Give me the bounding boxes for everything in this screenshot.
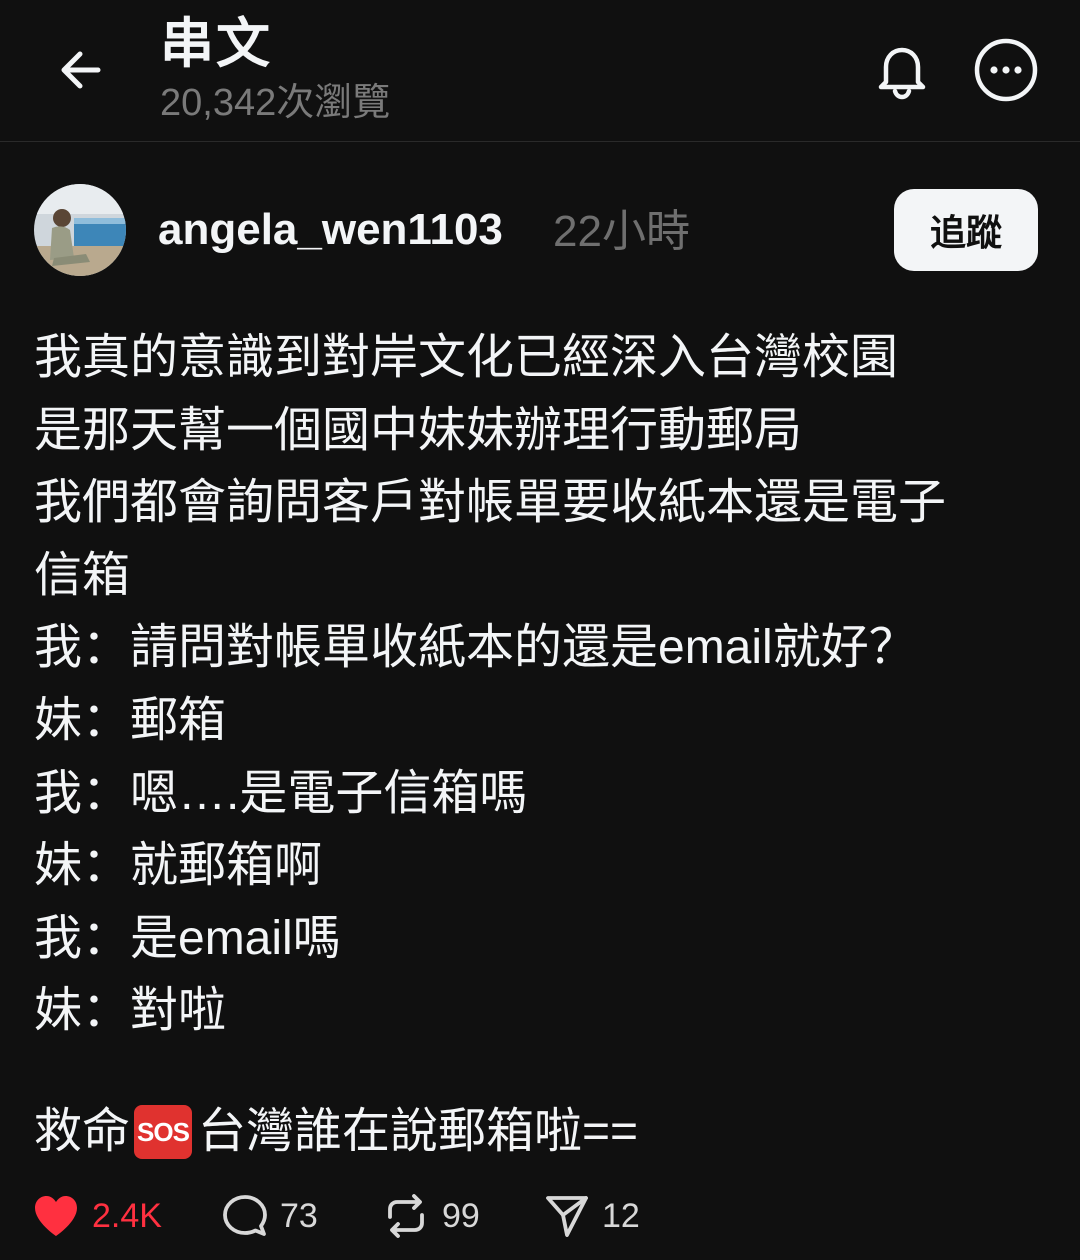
view-count: 20,342次瀏覽 [160, 82, 391, 124]
post-line: 我真的意識到對岸文化已經深入台灣校園 [34, 331, 899, 384]
arrow-left-icon [61, 51, 101, 89]
post-line: 信箱 [34, 548, 131, 602]
avatar-photo [34, 184, 126, 276]
share-button[interactable]: 12 [544, 1186, 640, 1246]
post-line: 妹：郵箱 [34, 693, 227, 747]
post-closing-line: 救命 SOS 台灣誰在說郵箱啦== [34, 1096, 1044, 1168]
post-line: 是那天幫一個國中妹妹辦理行動郵局 [34, 403, 803, 457]
closing-text-before: 救命 [34, 1104, 131, 1158]
comment-icon [223, 1195, 267, 1236]
author-row: angela_wen1103 22小時 追蹤 [0, 182, 1080, 282]
post-timestamp: 22小時 [553, 207, 690, 256]
post-line: 我：請問對帳單收紙本的還是email就好？ [34, 621, 917, 675]
heart-filled-icon [35, 1196, 77, 1236]
post-body: 我真的意識到對岸文化已經深入台灣校園 是那天幫一個國中妹妹辦理行動郵局 我們都會… [34, 322, 1044, 1168]
reply-count: 73 [280, 1196, 318, 1235]
like-button[interactable]: 2.4K [32, 1186, 162, 1246]
like-count: 2.4K [92, 1196, 162, 1235]
sos-emoji-icon: SOS [134, 1104, 193, 1159]
closing-text-after: 台灣誰在說郵箱啦== [198, 1104, 639, 1158]
reply-button[interactable]: 73 [222, 1186, 318, 1246]
post-line: 我們都會詢問客戶對帳單要收紙本還是電子 [34, 476, 947, 530]
action-bar: 2.4K 73 99 12 [0, 1186, 1080, 1246]
post-line: 妹：就郵箱啊 [34, 839, 323, 893]
post-line: 妹：對啦 [34, 984, 227, 1038]
title-block: 串文 20,342次瀏覽 [160, 10, 390, 126]
follow-button[interactable]: 追蹤 [894, 189, 1038, 271]
more-horizontal-icon [974, 38, 1038, 102]
back-button[interactable] [50, 40, 110, 100]
repost-count: 99 [442, 1196, 480, 1235]
repost-button[interactable]: 99 [382, 1186, 480, 1246]
author-username[interactable]: angela_wen1103 [158, 204, 503, 256]
notification-button[interactable] [868, 36, 936, 104]
more-options-button[interactable] [972, 36, 1040, 104]
avatar[interactable] [34, 184, 126, 276]
bell-icon [878, 47, 926, 100]
header-bar: 串文 20,342次瀏覽 [0, 0, 1080, 142]
send-icon [546, 1196, 588, 1237]
page-title: 串文 [160, 14, 272, 74]
post-line: 我：嗯….是電子信箱嗎 [34, 766, 528, 820]
share-count: 12 [602, 1196, 640, 1235]
post-line: 我：是email嗎 [34, 911, 341, 965]
repost-icon [388, 1194, 424, 1238]
